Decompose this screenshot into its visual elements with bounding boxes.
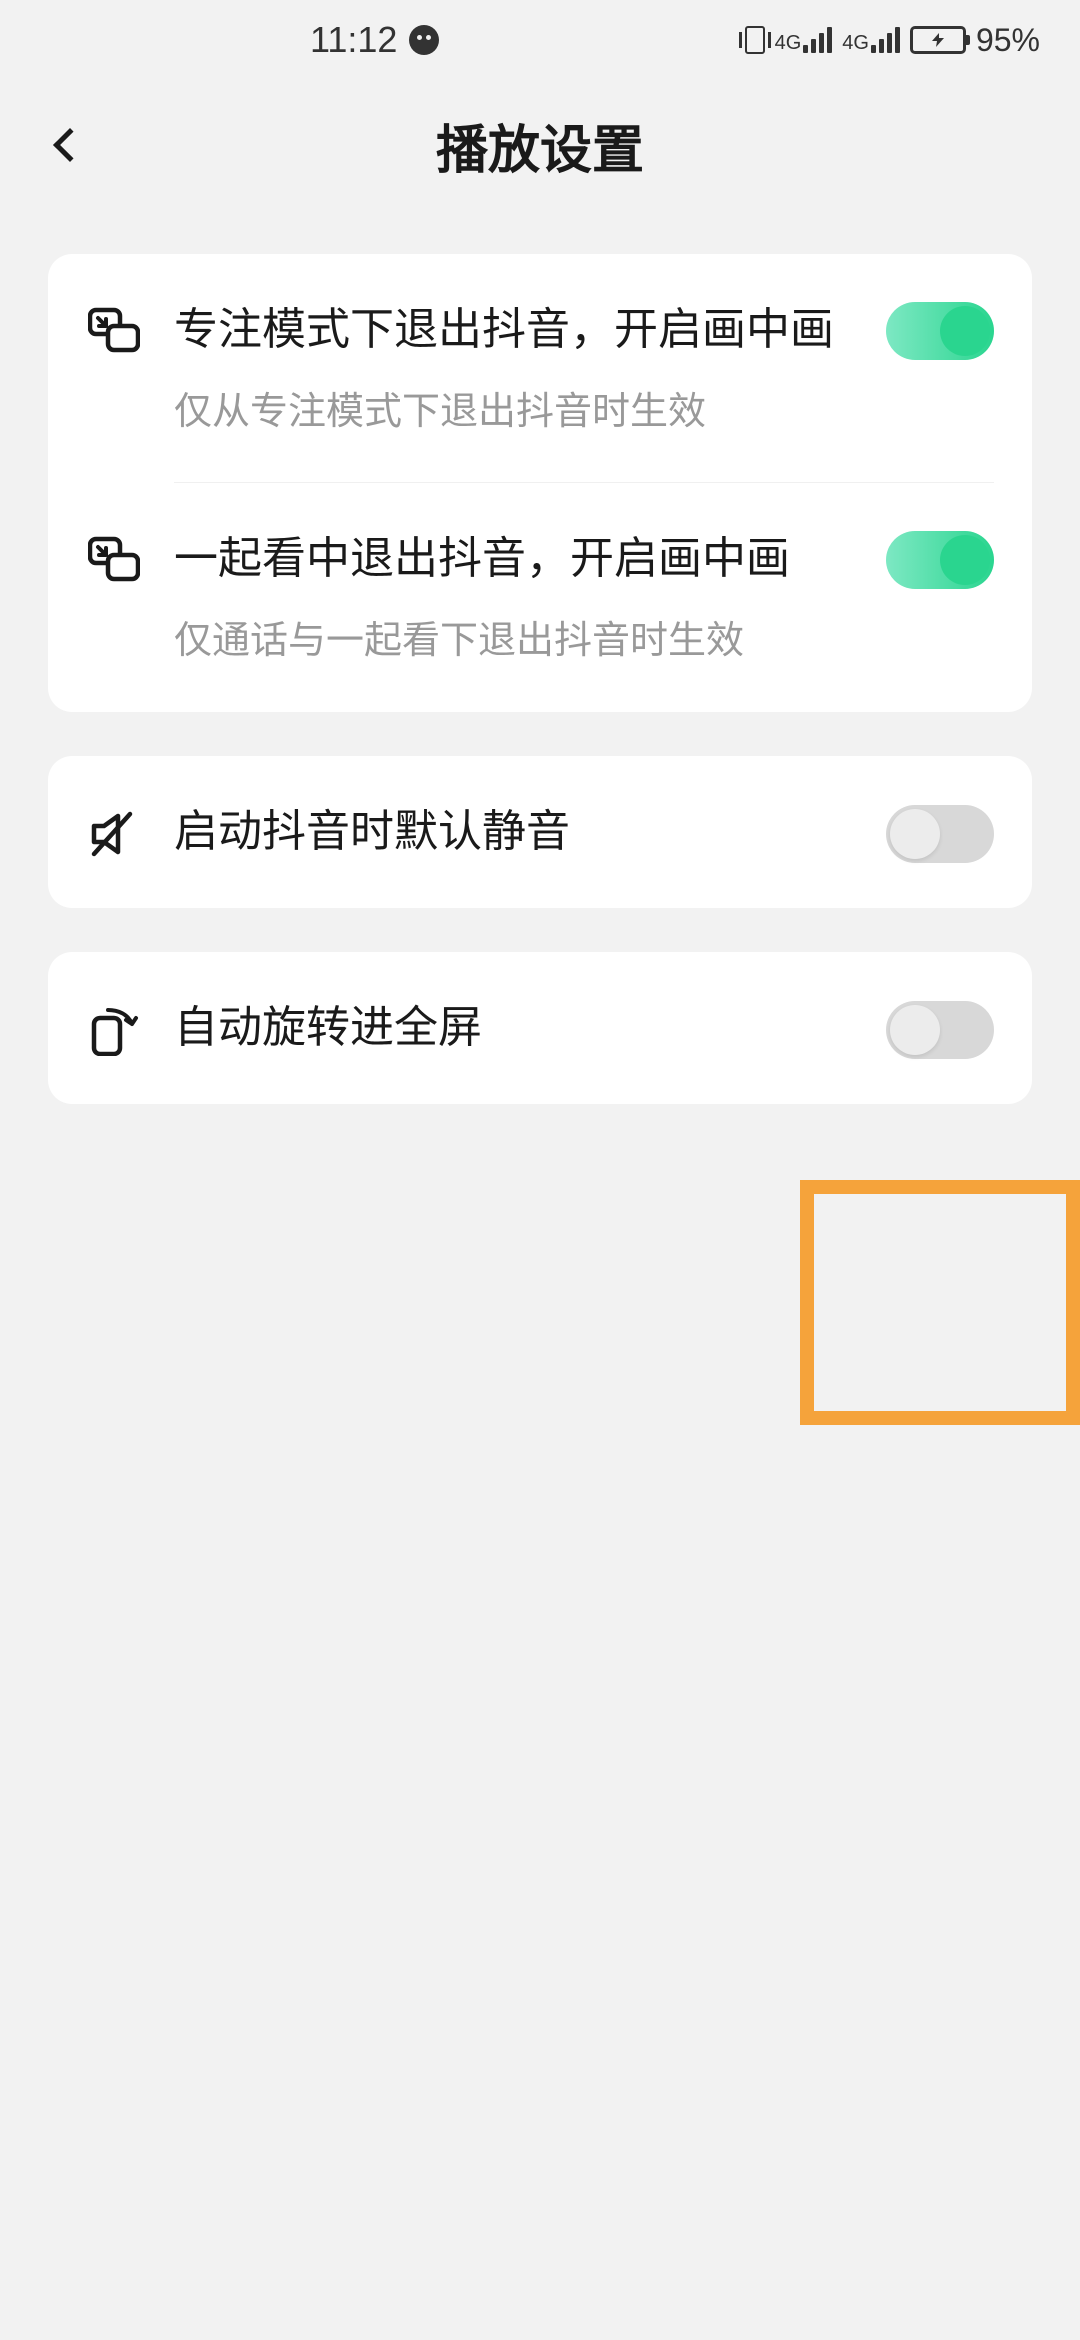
rotate-icon (86, 1002, 142, 1058)
status-right: 4G 4G 95% (745, 22, 1040, 59)
toggle-default-mute[interactable] (886, 805, 994, 863)
status-bar: 11:12 4G 4G 95% (0, 0, 1080, 80)
signal-group-2: 4G (842, 27, 900, 53)
toggle-auto-rotate[interactable] (886, 1001, 994, 1059)
battery-text: 95% (976, 22, 1040, 59)
vibrate-icon (745, 26, 765, 54)
chevron-left-icon (53, 128, 87, 162)
pip-icon (86, 302, 142, 358)
settings-item-auto-rotate[interactable]: 自动旋转进全屏 (48, 952, 1032, 1104)
settings-item-focus-pip[interactable]: 专注模式下退出抖音，开启画中画 仅从专注模式下退出抖音时生效 (48, 254, 1032, 483)
toggle-knob (890, 1005, 940, 1055)
toggle-knob (890, 809, 940, 859)
toggle-watch-together-pip[interactable] (886, 531, 994, 589)
toggle-knob (940, 535, 990, 585)
item-subtitle: 仅从专注模式下退出抖音时生效 (174, 386, 866, 439)
settings-group-pip: 专注模式下退出抖音，开启画中画 仅从专注模式下退出抖音时生效 一起看中退出抖音，… (48, 254, 1032, 712)
item-title: 自动旋转进全屏 (174, 996, 866, 1060)
signal-label-1: 4G (775, 33, 802, 53)
item-content: 专注模式下退出抖音，开启画中画 仅从专注模式下退出抖音时生效 (174, 298, 866, 439)
back-button[interactable] (40, 115, 100, 175)
status-time: 11:12 (310, 19, 439, 61)
signal-label-2: 4G (842, 33, 869, 53)
pip-icon (86, 531, 142, 587)
settings-item-default-mute[interactable]: 启动抖音时默认静音 (48, 756, 1032, 908)
toggle-knob (940, 306, 990, 356)
settings-group-mute: 启动抖音时默认静音 (48, 756, 1032, 908)
battery-icon (910, 26, 966, 54)
time-text: 11:12 (310, 19, 397, 61)
item-title: 专注模式下退出抖音，开启画中画 (174, 298, 866, 362)
item-content: 自动旋转进全屏 (174, 996, 866, 1060)
header: 播放设置 (0, 80, 1080, 210)
item-content: 一起看中退出抖音，开启画中画 仅通话与一起看下退出抖音时生效 (174, 527, 866, 668)
page-title: 播放设置 (436, 108, 644, 183)
item-title: 一起看中退出抖音，开启画中画 (174, 527, 866, 591)
mute-icon (86, 806, 142, 862)
signal-icon-2 (871, 27, 900, 53)
item-title: 启动抖音时默认静音 (174, 800, 866, 864)
item-content: 启动抖音时默认静音 (174, 800, 866, 864)
signal-group-1: 4G (775, 27, 833, 53)
wechat-icon (409, 25, 439, 55)
toggle-focus-pip[interactable] (886, 302, 994, 360)
settings-group-rotate: 自动旋转进全屏 (48, 952, 1032, 1104)
item-subtitle: 仅通话与一起看下退出抖音时生效 (174, 615, 866, 668)
highlight-annotation (800, 1180, 1080, 1425)
signal-icon-1 (803, 27, 832, 53)
settings-item-watch-together-pip[interactable]: 一起看中退出抖音，开启画中画 仅通话与一起看下退出抖音时生效 (48, 483, 1032, 712)
